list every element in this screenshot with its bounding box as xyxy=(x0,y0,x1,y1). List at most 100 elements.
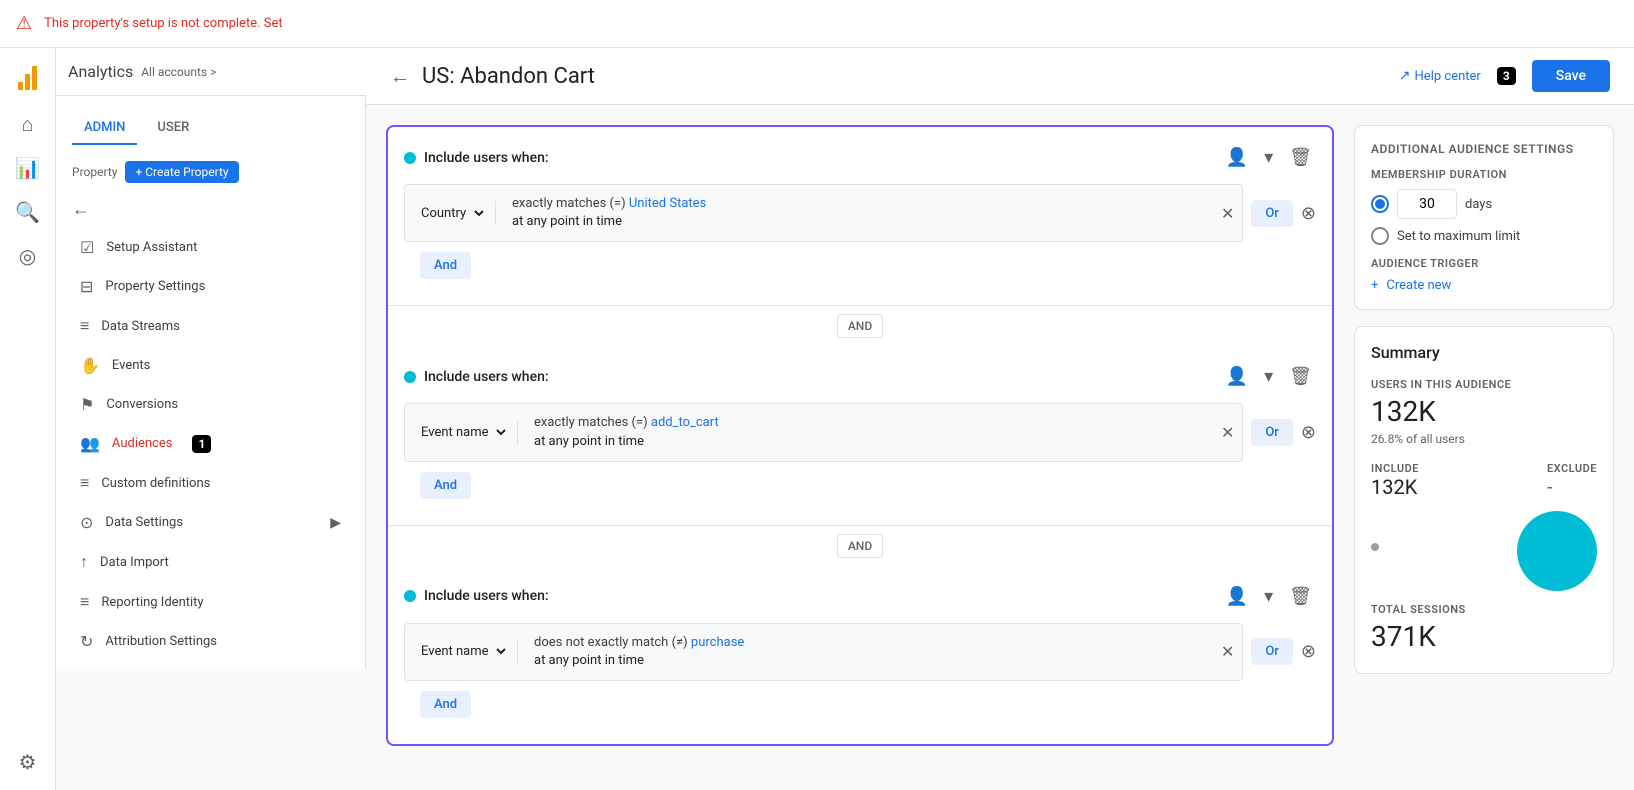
condition-group: 2 Include users when: 👤 xyxy=(386,125,1334,746)
sidebar-tabs: ADMIN USER xyxy=(56,104,365,153)
sidebar-label-events: Events xyxy=(112,358,150,373)
conditions-panel: 2 Include users when: 👤 xyxy=(386,125,1334,762)
audiences-icon: 👥 xyxy=(80,434,100,453)
and-button-2[interactable]: And xyxy=(420,472,471,499)
condition-1-delete-icon[interactable]: 🗑 xyxy=(1285,143,1316,172)
sidebar-item-reporting-identity[interactable]: ≡ Reporting Identity xyxy=(56,582,365,622)
sidebar-item-data-import[interactable]: ↑ Data Import xyxy=(56,542,365,582)
nav-advertising-icon[interactable]: ◎ xyxy=(8,236,48,276)
accounts-breadcrumb[interactable]: All accounts > xyxy=(141,65,216,79)
filter-dimension-1[interactable]: Country xyxy=(413,199,487,228)
total-sessions-value: 371K xyxy=(1371,620,1597,653)
sidebar-item-attribution-settings[interactable]: ↻ Attribution Settings xyxy=(56,622,365,661)
sidebar: ADMIN USER Property + Create Property ← … xyxy=(56,96,366,669)
sidebar-label-data-import: Data Import xyxy=(100,555,169,570)
membership-duration-label: MEMBERSHIP DURATION xyxy=(1371,168,1597,181)
and-button-3[interactable]: And xyxy=(420,691,471,718)
duration-max-label: Set to maximum limit xyxy=(1397,229,1520,244)
condition-1-user-icon[interactable]: 👤 xyxy=(1222,143,1252,172)
or-button-1[interactable]: Or xyxy=(1251,200,1293,227)
and-button-1[interactable]: And xyxy=(420,252,471,279)
filter-dimension-2[interactable]: Event name xyxy=(413,418,509,447)
sidebar-item-custom-definitions[interactable]: ≡ Custom definitions xyxy=(56,463,365,503)
remove-filter-1[interactable]: ⊗ xyxy=(1301,203,1316,224)
remove-filter-2[interactable]: ⊗ xyxy=(1301,422,1316,443)
and-separator-1: AND xyxy=(388,306,1332,346)
filter-clear-3[interactable]: ✕ xyxy=(1221,642,1234,661)
audience-trigger-label: AUDIENCE TRIGGER xyxy=(1371,257,1597,270)
filter-divider-1 xyxy=(495,201,496,225)
property-bar: Property + Create Property xyxy=(56,153,365,191)
sidebar-item-data-settings[interactable]: ⊙ Data Settings ▶ xyxy=(56,503,365,542)
duration-days-input[interactable] xyxy=(1397,189,1457,219)
remove-filter-3[interactable]: ⊗ xyxy=(1301,641,1316,662)
radio-inner-dot xyxy=(1375,199,1385,209)
filter-value-2: exactly matches (=) add_to_cart at any p… xyxy=(526,408,1213,456)
sidebar-label-custom-definitions: Custom definitions xyxy=(101,476,210,491)
time-label-3: at any point in time xyxy=(534,653,644,668)
duration-days-option: days xyxy=(1371,189,1597,219)
sidebar-item-events[interactable]: ✋ Events xyxy=(56,346,365,385)
and-separator-2: AND xyxy=(388,526,1332,566)
filter-divider-3 xyxy=(517,640,518,664)
tab-admin[interactable]: ADMIN xyxy=(72,112,137,145)
filter-value-1: exactly matches (=) United States at any… xyxy=(504,189,1213,237)
total-sessions-section: TOTAL SESSIONS 371K xyxy=(1371,603,1597,653)
condition-card-1: Include users when: 👤 ▾ 🗑 xyxy=(388,127,1332,306)
condition-3-user-icon[interactable]: 👤 xyxy=(1222,582,1252,611)
tab-user[interactable]: USER xyxy=(145,112,201,145)
sidebar-label-property-settings: Property Settings xyxy=(105,279,205,294)
match-type-1: exactly matches (=) xyxy=(512,196,629,211)
conversions-icon: ⚑ xyxy=(80,395,94,414)
highlight-value-3[interactable]: purchase xyxy=(691,635,744,650)
condition-2-delete-icon[interactable]: 🗑 xyxy=(1285,362,1316,391)
analytics-logo[interactable] xyxy=(8,56,48,96)
sidebar-label-setup-assistant: Setup Assistant xyxy=(106,240,197,255)
highlight-value-1[interactable]: United States xyxy=(629,196,706,211)
sidebar-label-conversions: Conversions xyxy=(106,397,178,412)
duration-days-radio[interactable] xyxy=(1371,195,1389,213)
chart-area xyxy=(1371,511,1597,591)
nav-reports-icon[interactable]: 📊 xyxy=(8,148,48,188)
nav-home-icon[interactable]: ⌂ xyxy=(8,104,48,144)
condition-3-chevron-icon[interactable]: ▾ xyxy=(1260,582,1277,611)
highlight-value-2[interactable]: add_to_cart xyxy=(651,415,719,430)
condition-2-chevron-icon[interactable]: ▾ xyxy=(1260,362,1277,391)
or-button-2[interactable]: Or xyxy=(1251,419,1293,446)
warning-icon: ⚠ xyxy=(16,13,32,34)
reporting-identity-icon: ≡ xyxy=(80,592,89,612)
plus-icon: + xyxy=(1371,278,1378,293)
analytics-name: Analytics xyxy=(68,62,133,81)
condition-1-chevron-icon[interactable]: ▾ xyxy=(1260,143,1277,172)
setup-assistant-icon: ☑ xyxy=(80,238,94,257)
sidebar-item-conversions[interactable]: ⚑ Conversions xyxy=(56,385,365,424)
sidebar-item-data-streams[interactable]: ≡ Data Streams xyxy=(56,306,365,346)
filter-clear-2[interactable]: ✕ xyxy=(1221,423,1234,442)
filter-value-3: does not exactly match (≠) purchase at a… xyxy=(526,628,1213,676)
include-label: INCLUDE xyxy=(1371,462,1419,475)
condition-2-user-icon[interactable]: 👤 xyxy=(1222,362,1252,391)
filter-dimension-3[interactable]: Event name xyxy=(413,637,509,666)
duration-max-radio[interactable] xyxy=(1371,227,1389,245)
nav-admin-icon[interactable]: ⚙ xyxy=(8,742,48,782)
help-center-link[interactable]: ↗ Help center xyxy=(1399,68,1481,84)
and-badge-2: AND xyxy=(837,534,883,558)
condition-3-delete-icon[interactable]: 🗑 xyxy=(1285,582,1316,611)
time-label-1: at any point in time xyxy=(512,214,622,229)
analytics-bar: Analytics All accounts > xyxy=(56,48,366,96)
sidebar-back-button[interactable]: ← xyxy=(56,191,365,228)
create-new-button[interactable]: + Create new xyxy=(1371,278,1597,293)
sidebar-item-audiences[interactable]: 👥 Audiences 1 xyxy=(56,424,365,463)
save-button[interactable]: Save xyxy=(1532,60,1610,92)
nav-explore-icon[interactable]: 🔍 xyxy=(8,192,48,232)
warning-text: This property's setup is not complete. S… xyxy=(44,16,282,31)
condition-card-2: Include users when: 👤 ▾ 🗑 xyxy=(388,346,1332,525)
filter-row-1: Country exactly matches (=) United State… xyxy=(404,184,1243,242)
page-back-button[interactable]: ← xyxy=(390,64,410,89)
data-settings-icon: ⊙ xyxy=(80,513,93,532)
sidebar-item-setup-assistant[interactable]: ☑ Setup Assistant xyxy=(56,228,365,267)
filter-clear-1[interactable]: ✕ xyxy=(1221,204,1234,223)
or-button-3[interactable]: Or xyxy=(1251,638,1293,665)
create-property-button[interactable]: + Create Property xyxy=(125,161,238,183)
sidebar-item-property-settings[interactable]: ⊟ Property Settings xyxy=(56,267,365,306)
